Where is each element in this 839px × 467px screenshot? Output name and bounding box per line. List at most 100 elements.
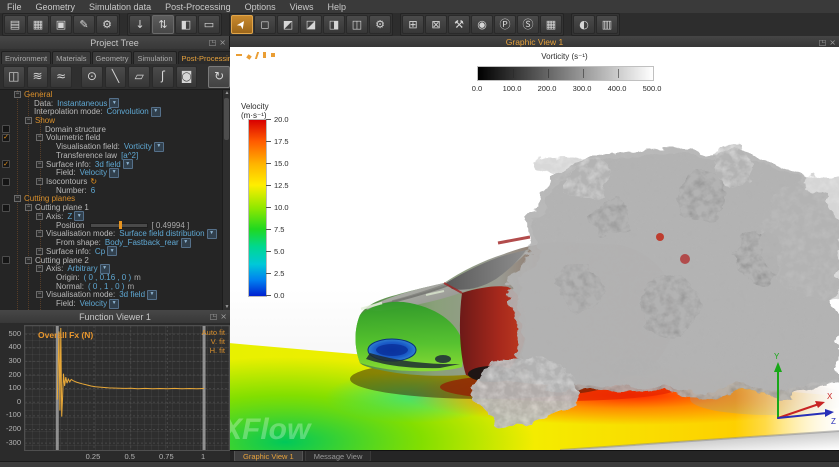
tree-value[interactable]: Arbitrary — [67, 264, 97, 273]
tree-value[interactable]: Vorticity — [124, 142, 152, 151]
tree-expander-icon[interactable]: − — [36, 248, 43, 255]
auto-fit-button[interactable]: Auto fit — [202, 328, 225, 337]
close-panel-icon[interactable]: × — [219, 39, 226, 47]
domain-box-icon[interactable]: ◧ — [175, 15, 197, 34]
scrollbar-thumb[interactable] — [224, 98, 229, 140]
tree-value[interactable]: Cp — [95, 247, 105, 256]
tab-environment[interactable]: Environment — [1, 51, 51, 64]
cube-cut-view-icon[interactable]: ◩ — [277, 15, 299, 34]
cfd-scene: XFlow — [230, 47, 839, 450]
sync-data-icon[interactable]: ⇅ — [152, 15, 174, 34]
streamlines-tool-icon[interactable]: ≈ — [50, 66, 72, 88]
menu-file[interactable]: File — [0, 2, 29, 12]
cutting-plane-tool-icon[interactable]: ◫ — [3, 66, 25, 88]
cube-wireframe-view-icon[interactable]: ◫ — [346, 15, 368, 34]
measure-ruler-icon[interactable]: ▭ — [198, 15, 220, 34]
visibility-checkbox-checked[interactable]: ✓ — [2, 134, 10, 142]
tree-expander-icon[interactable]: − — [36, 178, 43, 185]
tree-expander-icon[interactable]: − — [36, 291, 43, 298]
cube-rotate-view-icon[interactable]: ◨ — [323, 15, 345, 34]
menu-post-processing[interactable]: Post-Processing — [158, 2, 238, 12]
close-panel-icon[interactable]: × — [829, 39, 836, 47]
wrench-tool-icon[interactable]: ⚒ — [448, 15, 470, 34]
plane-probe-tool-icon[interactable]: ▱ — [128, 66, 150, 88]
tree-value[interactable]: Convolution — [107, 107, 149, 116]
tree-value[interactable]: 6 — [91, 186, 95, 195]
3d-viewport[interactable]: XFlow — [230, 47, 839, 450]
add-shape-icon[interactable]: ⊞ — [402, 15, 424, 34]
tree-expander-icon[interactable]: − — [36, 134, 43, 141]
time-marker[interactable] — [203, 326, 206, 450]
save-as-icon[interactable]: ✎ — [73, 15, 95, 34]
v-fit-button[interactable]: V. fit — [211, 337, 225, 346]
h-fit-button[interactable]: H. fit — [210, 346, 225, 355]
cube-shaded-view-icon[interactable]: ◪ — [300, 15, 322, 34]
tree-value[interactable]: ( 0 , 1 , 0 ) — [88, 282, 124, 291]
tree-expander-icon[interactable]: − — [36, 161, 43, 168]
menu-geometry[interactable]: Geometry — [29, 2, 83, 12]
menu-options[interactable]: Options — [238, 2, 283, 12]
camera-record-tool-icon[interactable]: ◙ — [176, 66, 198, 88]
save-project-icon[interactable]: ▣ — [50, 15, 72, 34]
visibility-checkbox[interactable] — [2, 256, 10, 264]
tree-label: Normal: — [56, 282, 84, 291]
tree-value[interactable]: Velocity — [80, 168, 108, 177]
tree-expander-icon[interactable]: − — [14, 91, 21, 98]
graphic-view-icon[interactable]: ◐ — [573, 15, 595, 34]
remove-shape-icon[interactable]: ⊠ — [425, 15, 447, 34]
line-probe-tool-icon[interactable]: ╲ — [105, 66, 127, 88]
visibility-checkbox[interactable] — [2, 204, 10, 212]
movie-record-icon[interactable]: ▦ — [540, 15, 562, 34]
close-panel-icon[interactable]: × — [220, 313, 227, 321]
tree-expander-icon[interactable]: − — [25, 117, 32, 124]
point-probe-tool-icon[interactable]: ⊙ — [81, 66, 103, 88]
menu-views[interactable]: Views — [283, 2, 321, 12]
tree-value[interactable]: Z — [67, 212, 72, 221]
visibility-checkbox[interactable] — [2, 125, 10, 133]
settings-gear-icon[interactable]: ⚙ — [96, 15, 118, 34]
tree-value[interactable]: Surface field distribution — [119, 229, 204, 238]
float-panel-icon[interactable]: ◳ — [210, 313, 218, 321]
tab-post-processing[interactable]: Post-Processing — [178, 51, 230, 64]
import-data-icon[interactable]: ↓ — [129, 15, 151, 34]
tree-value[interactable]: Velocity — [80, 299, 108, 308]
tree-scrollbar[interactable]: ▲ ▼ — [222, 90, 230, 310]
isosurface-tool-icon[interactable]: ≋ — [27, 66, 49, 88]
tree-expander-icon[interactable]: − — [25, 257, 32, 264]
tab-materials[interactable]: Materials — [52, 51, 90, 64]
project-tree-header[interactable]: Project Tree ◳ × — [0, 36, 229, 50]
menu-simulation-data[interactable]: Simulation data — [82, 2, 158, 12]
spline-probe-tool-icon[interactable]: ʃ — [152, 66, 174, 88]
cube-solid-view-icon[interactable]: ◻ — [254, 15, 276, 34]
tree-expander-icon[interactable]: − — [36, 230, 43, 237]
position-slider[interactable] — [90, 223, 148, 228]
tree-label: Interpolation mode: — [34, 107, 103, 116]
tree-value[interactable]: Instantaneous — [57, 99, 107, 108]
tree-expander-icon[interactable]: − — [25, 204, 32, 211]
function-viewer-icon[interactable]: ▥ — [596, 15, 618, 34]
tree-value[interactable]: ( 0 , 0.16 , 0 ) — [84, 273, 132, 282]
tree-expander-icon[interactable]: − — [36, 213, 43, 220]
chevron-down-icon[interactable]: ▼ — [109, 299, 119, 309]
refresh-tool-icon[interactable]: ↻ — [208, 66, 230, 88]
refresh-icon[interactable]: ↻ — [90, 177, 97, 186]
tree-expander-icon[interactable]: − — [14, 195, 21, 202]
float-panel-icon[interactable]: ◳ — [819, 39, 827, 47]
float-panel-icon[interactable]: ◳ — [209, 39, 217, 47]
select-cursor-icon[interactable]: ➤ — [231, 15, 253, 34]
chart-plot-area[interactable] — [24, 325, 230, 451]
probe-tool-icon[interactable]: ◉ — [471, 15, 493, 34]
cube-settings-view-icon[interactable]: ⚙ — [369, 15, 391, 34]
menu-help[interactable]: Help — [321, 2, 354, 12]
visibility-checkbox[interactable] — [2, 178, 10, 186]
tree-value[interactable]: 3d field — [119, 290, 145, 299]
tab-geometry[interactable]: Geometry — [92, 51, 133, 64]
tab-simulation[interactable]: Simulation — [133, 51, 176, 64]
open-project-icon[interactable]: ▦ — [27, 15, 49, 34]
new-project-icon[interactable]: ▤ — [4, 15, 26, 34]
visibility-checkbox-checked[interactable]: ✓ — [2, 160, 10, 168]
function-viewer-header[interactable]: Function Viewer 1 ◳ × — [0, 310, 230, 324]
p-marker-icon[interactable]: Ⓟ — [494, 15, 516, 34]
tree-expander-icon[interactable]: − — [36, 265, 43, 272]
s-marker-icon[interactable]: Ⓢ — [517, 15, 539, 34]
